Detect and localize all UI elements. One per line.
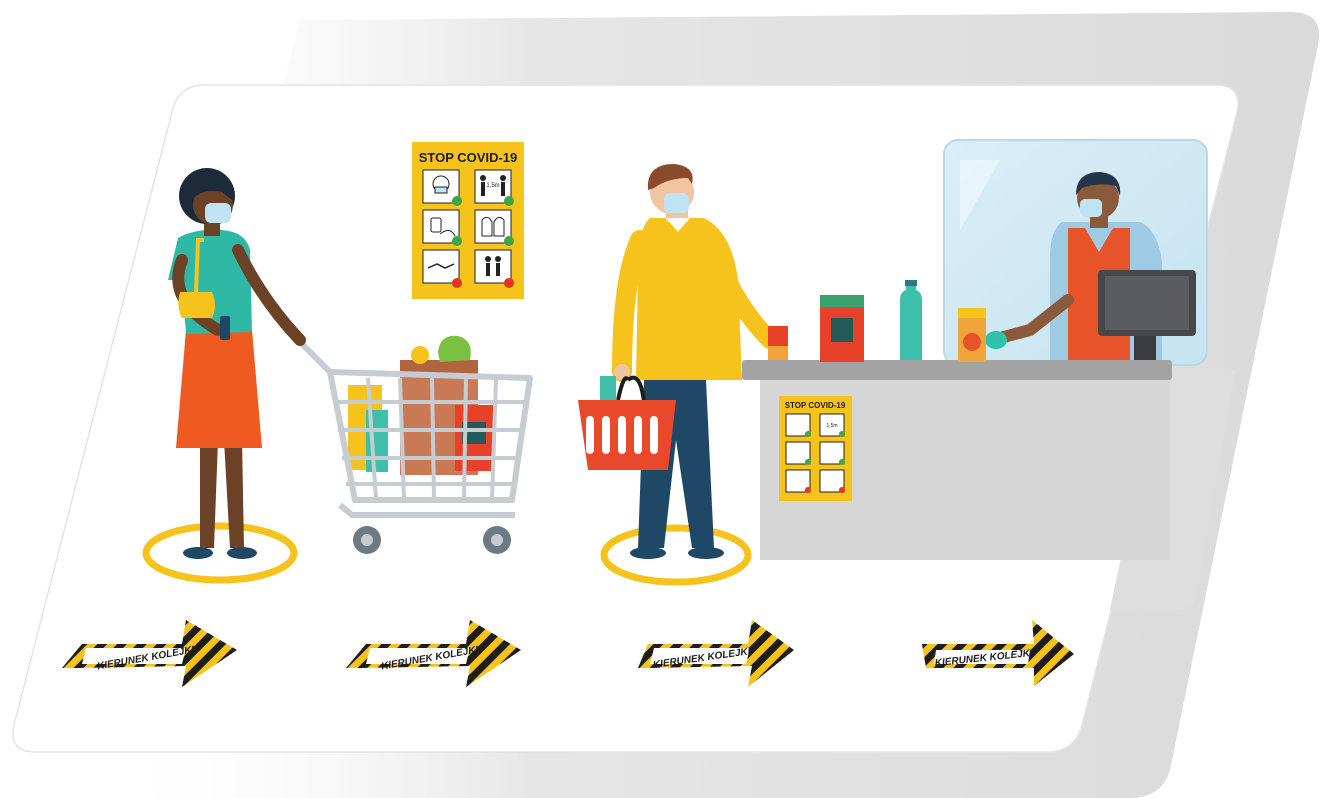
gloves-icon <box>474 209 514 246</box>
face-mask-icon <box>422 169 462 206</box>
woman-skirt <box>176 330 262 448</box>
no-handshake-icon <box>422 249 462 288</box>
counter-poster: STOP COVID-19 1,5m <box>779 396 852 501</box>
cashier-mask <box>1080 199 1102 217</box>
man-mask <box>664 193 689 213</box>
checkout-queue-illustration: STOP COVID-19 1,5m STOP COVID-19 1,5m KI… <box>12 12 1320 798</box>
handbag <box>178 292 215 318</box>
no-crowd-icon <box>474 249 514 288</box>
counter-poster-title: STOP COVID-19 <box>785 401 846 410</box>
counter-distance-badge: 1,5m <box>826 423 837 429</box>
phone <box>220 316 230 340</box>
hand-sanitizer-icon <box>422 209 462 246</box>
wall-poster-title: STOP COVID-19 <box>419 150 518 165</box>
wall-poster: STOP COVID-19 1,5m <box>412 142 524 299</box>
water-bottle <box>900 284 922 360</box>
distance-badge: 1,5m <box>486 183 499 189</box>
distance-icon: 1,5m <box>474 169 514 206</box>
woman-mask <box>205 203 231 223</box>
